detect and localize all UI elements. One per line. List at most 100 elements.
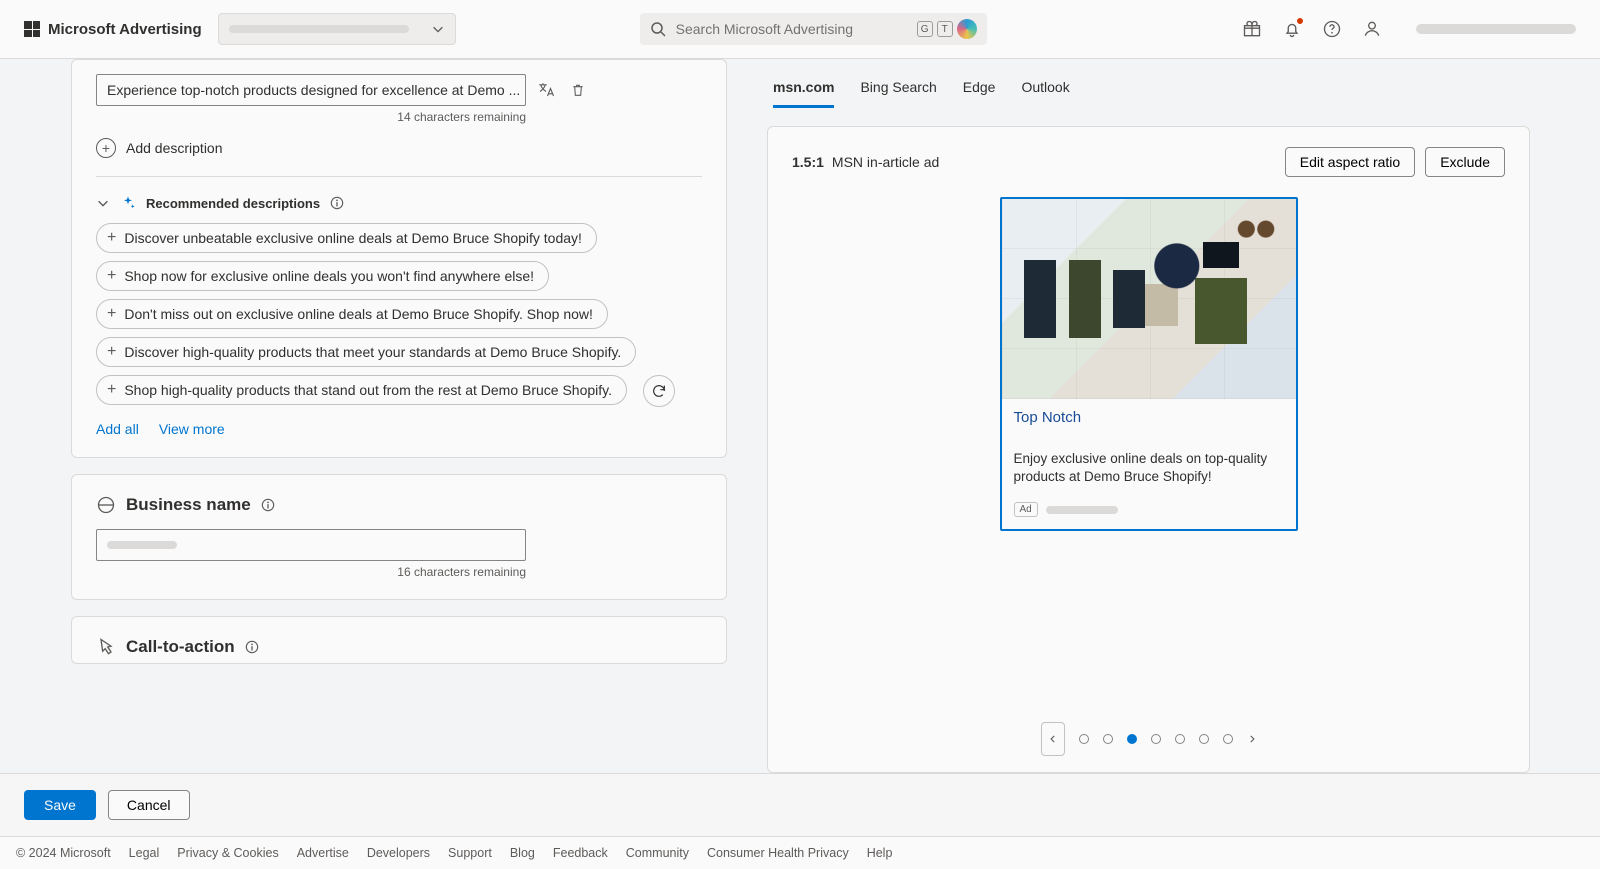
plus-circle-icon: + [96,138,116,158]
carousel-dot[interactable] [1127,734,1137,744]
footer-link[interactable]: Privacy & Cookies [177,846,278,860]
brand[interactable]: Microsoft Advertising [24,21,202,38]
divider [96,176,702,177]
plus-icon: + [107,230,116,246]
global-search[interactable]: G T [640,13,987,45]
carousel-dot[interactable] [1223,734,1233,744]
chevron-down-icon [431,22,445,36]
footer-link[interactable]: Feedback [553,846,608,860]
plus-icon: + [107,382,116,398]
carousel-dot[interactable] [1199,734,1209,744]
carousel-dot[interactable] [1079,734,1089,744]
tab-msn[interactable]: msn.com [773,79,834,108]
ad-preview: Top Notch Enjoy exclusive online deals o… [1000,197,1298,531]
ad-url-placeholder [1046,506,1118,514]
refresh-suggestions-button[interactable] [643,375,675,407]
description-row: Experience top-notch products designed f… [96,74,702,106]
footer-copyright: © 2024 Microsoft [16,846,111,860]
search-input[interactable] [676,21,907,37]
info-icon[interactable] [245,640,259,654]
footer-link[interactable]: Support [448,846,492,860]
footer-link[interactable]: Legal [129,846,160,860]
cta-icon [96,637,116,657]
info-icon[interactable] [330,196,344,210]
preview-column: msn.com Bing Search Edge Outlook 1.5:1 M… [727,59,1600,773]
cta-title: Call-to-action [126,637,235,657]
suggestion-pill[interactable]: + Shop high-quality products that stand o… [96,375,627,405]
add-all-link[interactable]: Add all [96,421,139,437]
footer-link[interactable]: Community [626,846,689,860]
view-more-link[interactable]: View more [159,421,225,437]
help-icon[interactable] [1320,17,1344,41]
plus-icon: + [107,306,116,322]
app-header: Microsoft Advertising G T [0,0,1600,59]
preview-type-label: MSN in-article ad [832,154,939,170]
account-selector[interactable] [218,13,456,45]
gift-icon[interactable] [1240,17,1264,41]
recommended-header[interactable]: Recommended descriptions [96,195,702,211]
description-input[interactable]: Experience top-notch products designed f… [96,74,526,106]
search-shortcut: G T [917,19,977,39]
ad-preview-description: Enjoy exclusive online deals on top-qual… [1014,450,1284,486]
kbd-t: T [937,21,953,37]
account-selector-label-placeholder [229,25,409,33]
footer-link[interactable]: Consumer Health Privacy [707,846,849,860]
copilot-icon[interactable] [957,19,977,39]
footer-link[interactable]: Blog [510,846,535,860]
notification-dot [1296,17,1304,25]
preview-carousel [792,682,1505,756]
footer: © 2024 Microsoft Legal Privacy & Cookies A… [0,836,1600,869]
carousel-dot[interactable] [1151,734,1161,744]
brand-text: Microsoft Advertising [48,21,202,38]
tab-bing[interactable]: Bing Search [860,79,936,108]
add-description-label: Add description [126,140,223,156]
carousel-dot[interactable] [1175,734,1185,744]
cta-card: Call-to-action [71,616,727,664]
save-button[interactable]: Save [24,790,96,820]
suggestion-pill[interactable]: +Discover high-quality products that mee… [96,337,636,367]
suggestion-text: Don't miss out on exclusive online deals… [124,306,593,322]
suggestion-links: Add all View more [96,421,702,437]
business-name-input[interactable] [96,529,526,561]
tab-edge[interactable]: Edge [963,79,996,108]
notifications-icon[interactable] [1280,17,1304,41]
business-icon [96,495,116,515]
suggestion-pill[interactable]: + Don't miss out on exclusive online deal… [96,299,608,329]
recommended-title: Recommended descriptions [146,196,320,211]
business-name-placeholder [107,541,177,549]
delete-icon[interactable] [566,78,590,102]
suggestion-pill[interactable]: + Discover unbeatable exclusive online de… [96,223,597,253]
description-input-value: Experience top-notch products designed f… [107,82,520,98]
suggestion-text: Shop now for exclusive online deals you … [124,268,534,284]
header-actions [1240,17,1576,41]
aspect-ratio: 1.5:1 [792,154,824,170]
preview-tabs: msn.com Bing Search Edge Outlook [767,59,1530,108]
suggestion-text: Discover high-quality products that meet… [124,344,621,360]
recommended-pills: + Discover unbeatable exclusive online de… [96,223,702,413]
footer-link[interactable]: Advertise [297,846,349,860]
ad-preview-title: Top Notch [1014,409,1284,426]
add-description-button[interactable]: + Add description [96,124,702,176]
ad-badge: Ad [1014,502,1038,517]
preview-card: 1.5:1 MSN in-article ad Edit aspect rati… [767,126,1530,773]
translate-icon[interactable] [534,78,558,102]
footer-link[interactable]: Developers [367,846,430,860]
sparkle-icon [120,195,136,211]
footer-link[interactable]: Help [867,846,893,860]
suggestion-text: Discover unbeatable exclusive online dea… [124,230,582,246]
edit-aspect-ratio-button[interactable]: Edit aspect ratio [1285,147,1415,177]
brand-logo-icon [24,21,40,37]
main-content: Experience top-notch products designed f… [0,59,1600,773]
carousel-prev-button[interactable] [1041,722,1065,756]
suggestion-text: Shop high-quality products that stand ou… [124,382,612,398]
cancel-button[interactable]: Cancel [108,790,190,820]
info-icon[interactable] [261,498,275,512]
description-char-remaining: 14 characters remaining [96,110,526,124]
carousel-dot[interactable] [1103,734,1113,744]
exclude-button[interactable]: Exclude [1425,147,1505,177]
suggestion-pill[interactable]: +Shop now for exclusive online deals you… [96,261,549,291]
kbd-g: G [917,21,933,37]
carousel-next-button[interactable] [1247,732,1257,746]
user-icon[interactable] [1360,17,1384,41]
tab-outlook[interactable]: Outlook [1021,79,1069,108]
